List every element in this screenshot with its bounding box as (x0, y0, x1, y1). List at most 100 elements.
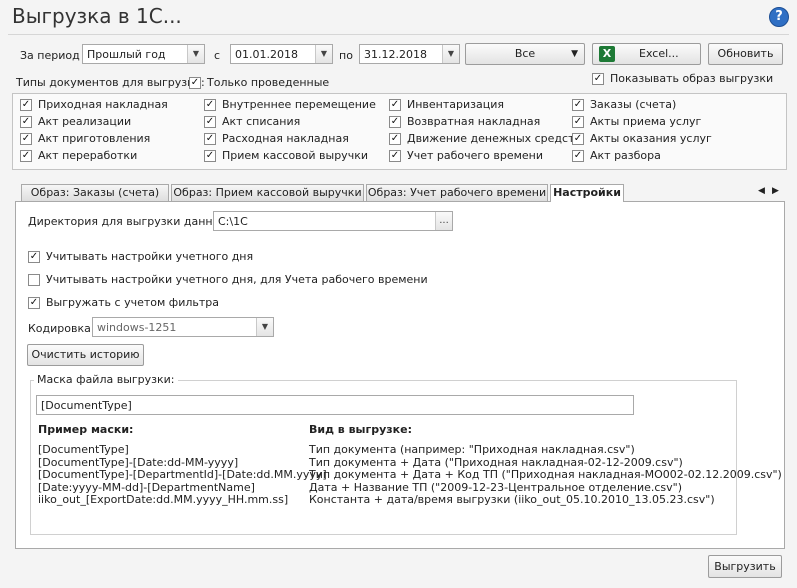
checkbox-checked: ✓ (20, 133, 32, 145)
checkbox-unchecked (28, 274, 40, 286)
mask-view-line: Тип документа + Дата + Код ТП ("Приходна… (309, 468, 782, 481)
example-header: Пример маски: (38, 423, 134, 436)
chevron-down-icon: ▼ (187, 45, 204, 63)
mask-input[interactable]: [DocumentType] (36, 395, 634, 415)
only-posted-checkbox[interactable]: ✓ Только проведенные (189, 76, 329, 90)
opt-business-day-checkbox[interactable]: ✓ Учитывать настройки учетного дня (28, 250, 288, 264)
doc-type-label: Возвратная накладная (407, 115, 541, 128)
mask-input-value: [DocumentType] (41, 399, 132, 412)
view-header: Вид в выгрузке: (309, 423, 413, 436)
chevron-down-icon: ▼ (442, 45, 459, 63)
doc-type-label: Прием кассовой выручки (222, 149, 368, 162)
doc-type-checkbox[interactable]: ✓ Расходная накладная (204, 132, 379, 146)
caret-down-icon: ▼ (571, 49, 578, 59)
checkbox-checked: ✓ (28, 251, 40, 263)
title-separator (8, 34, 789, 35)
opt-business-day-worktime-label: Учитывать настройки учетного дня, для Уч… (46, 273, 428, 286)
tab-worktime-preview[interactable]: Образ: Учет рабочего времени (366, 184, 548, 201)
mask-example-line: [DocumentType]-[DepartmentId]-[Date:dd.M… (38, 468, 327, 481)
doc-type-checkbox[interactable]: ✓ Акты приема услуг (572, 115, 747, 129)
mask-view-line: Константа + дата/время выгрузки (iiko_ou… (309, 493, 715, 506)
doc-type-checkbox[interactable]: ✓ Акт переработки (20, 149, 195, 163)
show-preview-label: Показывать образ выгрузки (610, 72, 774, 85)
mask-example-line: [DocumentType]-[Date:dd-MM-yyyy] (38, 455, 239, 469)
doc-type-checkbox[interactable]: ✓ Акт списания (204, 115, 379, 129)
doc-type-checkbox[interactable]: ✓ Возвратная накладная (389, 115, 564, 129)
to-date-picker[interactable]: 31.12.2018 ▼ (359, 44, 460, 64)
from-label: с (214, 49, 221, 62)
opt-filter-checkbox[interactable]: ✓ Выгружать с учетом фильтра (28, 296, 248, 310)
browse-button[interactable]: ... (435, 212, 452, 230)
doc-type-label: Акт списания (222, 115, 301, 128)
doc-type-checkbox[interactable]: ✓ Заказы (счета) (572, 98, 747, 112)
checkbox-checked: ✓ (572, 150, 584, 162)
checkbox-checked: ✓ (204, 116, 216, 128)
help-icon[interactable]: ? (769, 7, 789, 27)
checkbox-checked: ✓ (20, 116, 32, 128)
doc-type-checkbox[interactable]: ✓ Учет рабочего времени (389, 149, 564, 163)
from-date-picker[interactable]: 01.01.2018 ▼ (230, 44, 333, 64)
refresh-button[interactable]: Обновить (708, 43, 783, 65)
to-date-value: 31.12.2018 (364, 48, 427, 61)
doc-type-checkbox[interactable]: ✓ Приходная накладная (20, 98, 195, 112)
encoding-select[interactable]: windows-1251 ▼ (92, 317, 274, 337)
export-button[interactable]: Выгрузить (708, 555, 782, 578)
doc-type-label: Акт разбора (590, 149, 661, 162)
doc-type-label: Акты оказания услуг (590, 132, 712, 145)
tab-cash-preview[interactable]: Образ: Прием кассовой выручки (171, 184, 364, 201)
doc-type-checkbox[interactable]: ✓ Движение денежных средств (389, 132, 581, 146)
tab-scroll-right-icon[interactable]: ▶ (772, 186, 779, 196)
doc-type-checkbox[interactable]: ✓ Внутреннее перемещение (204, 98, 379, 112)
doc-type-label: Акты приема услуг (590, 115, 702, 128)
doc-type-checkbox[interactable]: ✓ Акт реализации (20, 115, 195, 129)
dir-label: Директория для выгрузки данных: (28, 215, 232, 228)
doc-type-label: Внутреннее перемещение (222, 98, 376, 111)
opt-business-day-worktime-checkbox[interactable]: Учитывать настройки учетного дня, для Уч… (28, 273, 428, 287)
mask-example-line: [Date:yyyy-MM-dd]-[DepartmentName] (38, 480, 255, 494)
only-posted-label: Только проведенные (207, 76, 330, 89)
from-date-value: 01.01.2018 (235, 48, 298, 61)
doc-type-checkbox[interactable]: ✓ Акт разбора (572, 149, 747, 163)
doc-type-checkbox[interactable]: ✓ Прием кассовой выручки (204, 149, 379, 163)
period-select-value: Прошлый год (87, 48, 166, 61)
encoding-label: Кодировка: (28, 322, 95, 335)
dir-input[interactable]: C:\1C ... (213, 211, 453, 231)
doc-type-label: Акт приготовления (38, 132, 151, 145)
show-preview-checkbox[interactable]: ✓ Показывать образ выгрузки (592, 72, 774, 86)
chevron-down-icon: ▼ (256, 318, 273, 336)
tab-orders-preview[interactable]: Образ: Заказы (счета) (21, 184, 169, 201)
doc-filter-dropdown[interactable]: Все ▼ (465, 43, 585, 65)
doc-type-label: Приходная накладная (38, 98, 168, 111)
window-title: Выгрузка в 1С... (12, 4, 182, 28)
clear-history-button[interactable]: Очистить историю (27, 344, 144, 366)
doc-type-label: Движение денежных средств (407, 132, 581, 145)
checkbox-checked: ✓ (389, 99, 401, 111)
checkbox-checked: ✓ (204, 99, 216, 111)
tab-settings[interactable]: Настройки (550, 184, 624, 202)
doc-type-label: Инвентаризация (407, 98, 504, 111)
chevron-down-icon: ▼ (315, 45, 332, 63)
doc-type-checkbox[interactable]: ✓ Инвентаризация (389, 98, 564, 112)
doc-type-checkbox[interactable]: ✓ Акты оказания услуг (572, 132, 747, 146)
checkbox-checked: ✓ (189, 77, 201, 89)
checkbox-checked: ✓ (204, 133, 216, 145)
mask-example-line: [DocumentType] (38, 443, 129, 456)
checkbox-checked: ✓ (572, 99, 584, 111)
dir-input-value: C:\1C (218, 215, 248, 228)
checkbox-checked: ✓ (20, 99, 32, 111)
checkbox-checked: ✓ (572, 133, 584, 145)
excel-button[interactable]: X Excel... (592, 43, 701, 65)
doc-type-label: Учет рабочего времени (407, 149, 544, 162)
doc-type-label: Расходная накладная (222, 132, 349, 145)
tab-scroll-left-icon[interactable]: ◀ (758, 186, 765, 196)
doc-type-checkbox[interactable]: ✓ Акт приготовления (20, 132, 195, 146)
doc-type-label: Акт реализации (38, 115, 132, 128)
excel-button-label: Excel... (639, 47, 679, 60)
checkbox-checked: ✓ (389, 133, 401, 145)
doc-filter-label: Все (514, 47, 536, 60)
checkbox-checked: ✓ (572, 116, 584, 128)
doc-types-label: Типы документов для выгрузки: (16, 76, 205, 89)
period-select[interactable]: Прошлый год ▼ (82, 44, 205, 64)
checkbox-checked: ✓ (592, 73, 604, 85)
checkbox-checked: ✓ (389, 150, 401, 162)
